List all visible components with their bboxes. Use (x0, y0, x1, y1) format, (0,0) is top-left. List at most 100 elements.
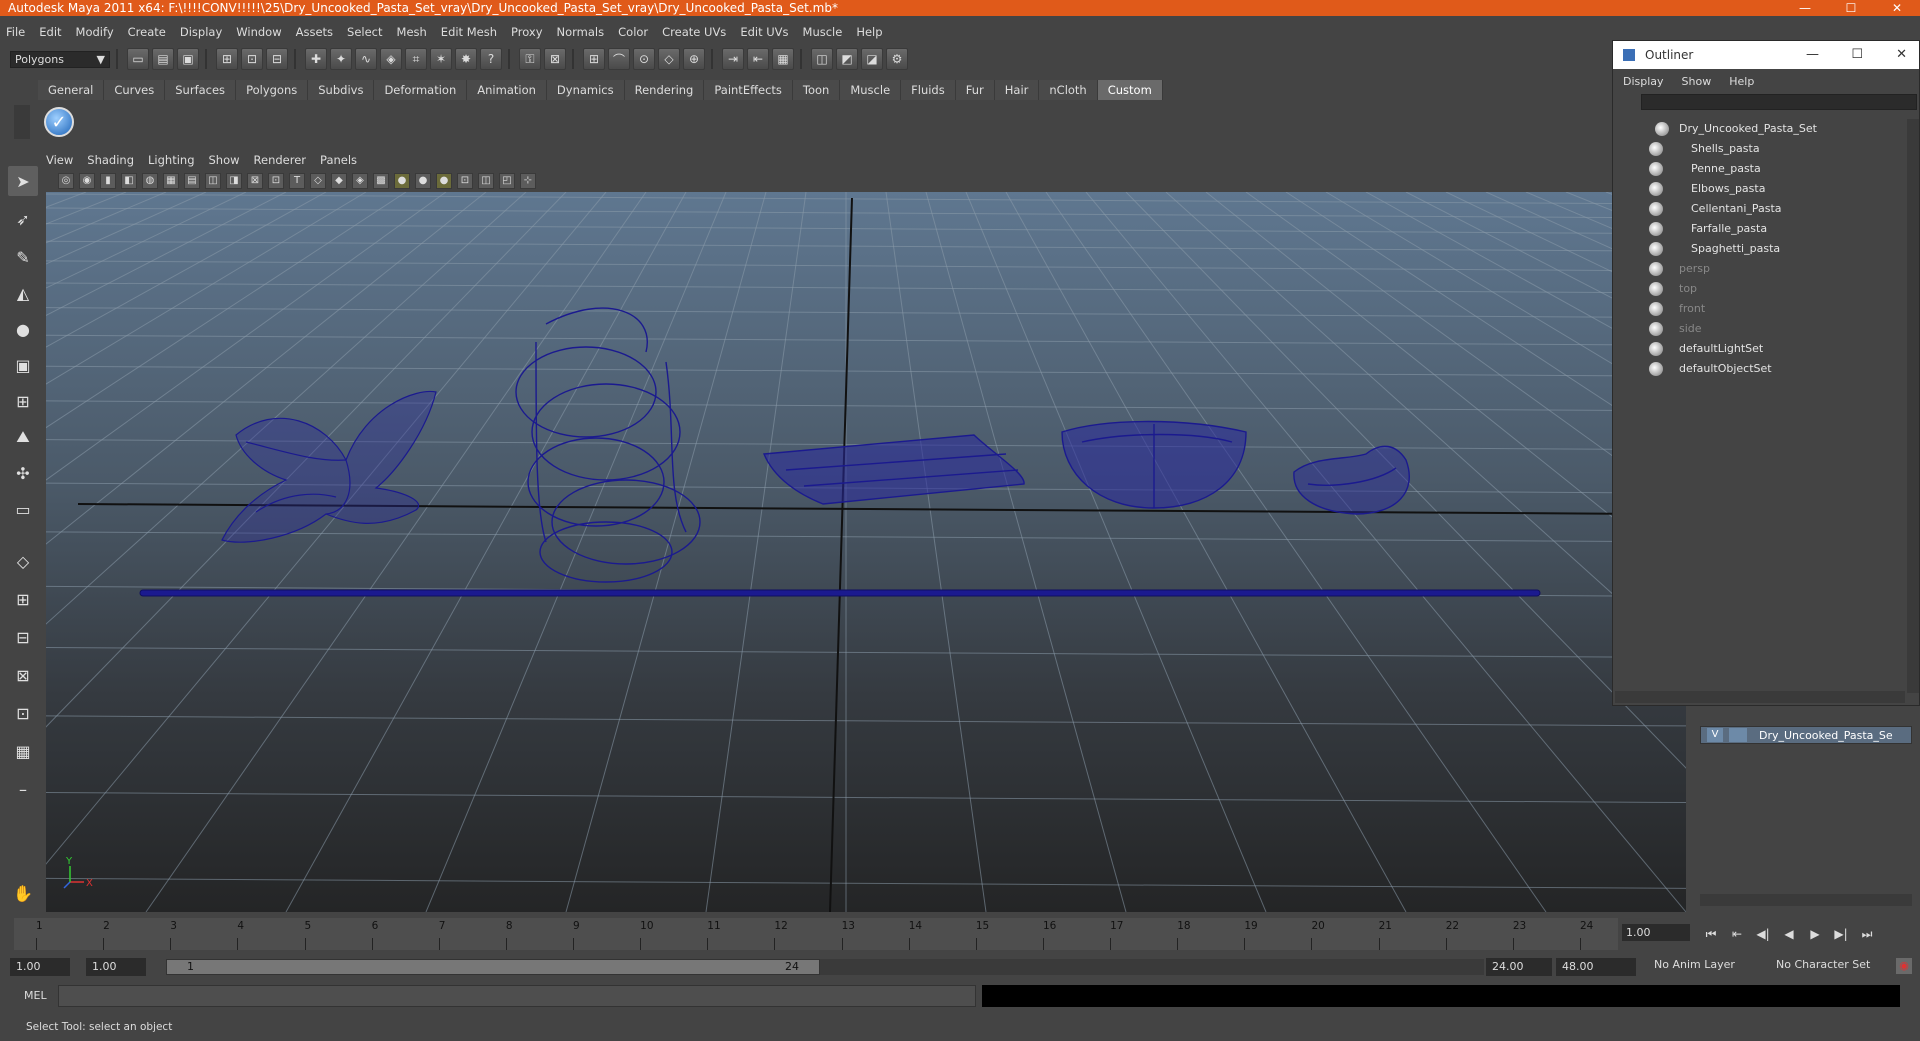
outliner-item[interactable]: Dry_Uncooked_Pasta_Set (1615, 119, 1905, 139)
menu-edit-uvs[interactable]: Edit UVs (740, 25, 788, 39)
step-forward-frame-icon[interactable]: ▶| (1828, 927, 1854, 941)
tab-subdivs[interactable]: Subdivs (308, 80, 375, 100)
panel-menu-view[interactable]: View (46, 153, 73, 167)
snap-grid-icon[interactable]: ⊞ (583, 48, 605, 70)
paint-select-tool-icon[interactable]: ✎ (8, 242, 38, 272)
persp-graph-layout-icon[interactable]: ⊠ (8, 660, 38, 690)
lasso-tool-icon[interactable]: ➶ (8, 204, 38, 234)
playback-start-field[interactable]: 1.00 (86, 958, 146, 976)
menu-window[interactable]: Window (236, 25, 281, 39)
menu-assets[interactable]: Assets (296, 25, 333, 39)
custom-layout-icon[interactable]: ▦ (8, 736, 38, 766)
lock-selection-icon[interactable]: ⚿ (519, 48, 541, 70)
shelf-menu-icon[interactable] (14, 105, 30, 139)
tab-ncloth[interactable]: nCloth (1039, 80, 1098, 100)
play-forward-icon[interactable]: ▶ (1802, 927, 1828, 941)
menu-file[interactable]: File (6, 25, 25, 39)
wireframe-on-shaded-icon[interactable]: ◈ (352, 173, 368, 189)
select-tool-icon[interactable]: ➤ (8, 166, 38, 196)
grid-toggle-icon[interactable]: ▦ (163, 173, 179, 189)
outliner-item[interactable]: Shells_pasta (1615, 139, 1905, 159)
textured-icon[interactable]: ▩ (373, 173, 389, 189)
tab-painteffects[interactable]: PaintEffects (704, 80, 793, 100)
make-live-icon[interactable]: ⊕ (683, 48, 705, 70)
xray-icon[interactable]: ◫ (478, 173, 494, 189)
custom-shelf-check-icon[interactable]: ✓ (44, 107, 74, 137)
layer-horizontal-scrollbar[interactable] (1700, 894, 1912, 906)
menu-color[interactable]: Color (618, 25, 648, 39)
step-back-frame-icon[interactable]: ◀| (1750, 927, 1776, 941)
tab-toon[interactable]: Toon (792, 80, 841, 100)
hypershade-layout-icon[interactable]: ⊡ (8, 698, 38, 728)
command-input[interactable] (58, 985, 976, 1007)
single-perspective-layout-icon[interactable]: ◇ (8, 546, 38, 576)
current-frame-field[interactable]: 1.00 (1622, 924, 1690, 941)
auto-key-icon[interactable]: ◉ (1896, 958, 1912, 974)
new-scene-icon[interactable]: ▭ (127, 48, 149, 70)
menu-set-select[interactable]: Polygons ▼ (10, 50, 110, 68)
select-by-handle-icon[interactable]: ✚ (305, 48, 327, 70)
select-by-surface-icon[interactable]: ◈ (380, 48, 402, 70)
render-settings-icon[interactable]: ⚙ (886, 48, 908, 70)
move-tool-icon[interactable]: ◭ (8, 278, 38, 308)
four-view-layout-icon[interactable]: ⊞ (8, 584, 38, 614)
go-to-start-icon[interactable]: ⏮ (1698, 927, 1724, 942)
select-hierarchy-icon[interactable]: ⊞ (216, 48, 238, 70)
rotate-tool-icon[interactable]: ● (8, 314, 38, 344)
perspective-viewport[interactable]: X Y (46, 192, 1686, 912)
play-backward-icon[interactable]: ◀ (1776, 927, 1802, 941)
menu-normals[interactable]: Normals (557, 25, 605, 39)
time-slider[interactable]: 1 2 3 4 5 6 7 8 9 10 11 12 13 14 15 16 17 18 19 20 21 22 23 24 (14, 918, 1618, 950)
input-ops-icon[interactable]: ⇥ (722, 48, 744, 70)
outliner-item[interactable]: Penne_pasta (1615, 159, 1905, 179)
outliner-item[interactable]: Elbows_pasta (1615, 179, 1905, 199)
outliner-close-button[interactable]: ✕ (1896, 41, 1907, 69)
render-view-icon[interactable]: ◫ (811, 48, 833, 70)
tab-hair[interactable]: Hair (994, 80, 1040, 100)
panel-menu-show[interactable]: Show (209, 153, 240, 167)
menu-modify[interactable]: Modify (76, 25, 114, 39)
show-manipulator-icon[interactable]: ✣ (8, 458, 38, 488)
smooth-shade-icon[interactable]: ◆ (331, 173, 347, 189)
persp-outliner-layout-icon[interactable]: ⊟ (8, 622, 38, 652)
outliner-item[interactable]: side (1615, 319, 1905, 339)
menu-display[interactable]: Display (180, 25, 222, 39)
hand-icon[interactable]: ✋ (8, 878, 38, 908)
outliner-item[interactable]: Spaghetti_pasta (1615, 239, 1905, 259)
menu-mesh[interactable]: Mesh (397, 25, 427, 39)
bookmarks-icon[interactable]: ▮ (100, 173, 116, 189)
outliner-item[interactable]: top (1615, 279, 1905, 299)
tab-muscle[interactable]: Muscle (840, 80, 902, 100)
highlight-selection-icon[interactable]: ⊠ (544, 48, 566, 70)
layout-options-icon[interactable]: – (8, 774, 38, 804)
ipr-render-icon[interactable]: ◪ (861, 48, 883, 70)
select-by-joint-icon[interactable]: ✦ (330, 48, 352, 70)
shadows-icon[interactable]: ● (415, 173, 431, 189)
outliner-menu-help[interactable]: Help (1729, 75, 1754, 88)
universal-manipulator-icon[interactable]: ⊞ (8, 386, 38, 416)
safe-action-icon[interactable]: ⊡ (268, 173, 284, 189)
menu-create[interactable]: Create (128, 25, 166, 39)
menu-select[interactable]: Select (347, 25, 382, 39)
tab-deformation[interactable]: Deformation (374, 80, 468, 100)
character-set-select[interactable]: No Character Set (1772, 956, 1882, 974)
construction-history-icon[interactable]: ▦ (772, 48, 794, 70)
snap-point-icon[interactable]: ⊙ (633, 48, 655, 70)
outliner-item[interactable]: Cellentani_Pasta (1615, 199, 1905, 219)
tab-dynamics[interactable]: Dynamics (546, 80, 625, 100)
tab-custom[interactable]: Custom (1097, 80, 1163, 100)
panel-menu-panels[interactable]: Panels (320, 153, 357, 167)
outliner-item[interactable]: persp (1615, 259, 1905, 279)
tab-general[interactable]: General (38, 80, 105, 100)
minimize-button[interactable]: — (1782, 0, 1828, 16)
two-d-pan-icon[interactable]: ◍ (142, 173, 158, 189)
xray-joints-icon[interactable]: ◰ (499, 173, 515, 189)
go-to-end-icon[interactable]: ⏭ (1854, 927, 1880, 942)
scale-tool-icon[interactable]: ▣ (8, 350, 38, 380)
outliner-item[interactable]: Farfalle_pasta (1615, 219, 1905, 239)
menu-create-uvs[interactable]: Create UVs (662, 25, 726, 39)
animation-start-field[interactable]: 1.00 (10, 958, 70, 976)
outliner-item[interactable]: defaultObjectSet (1615, 359, 1905, 379)
wireframe-icon[interactable]: ◇ (310, 173, 326, 189)
select-by-misc-icon[interactable]: ? (480, 48, 502, 70)
